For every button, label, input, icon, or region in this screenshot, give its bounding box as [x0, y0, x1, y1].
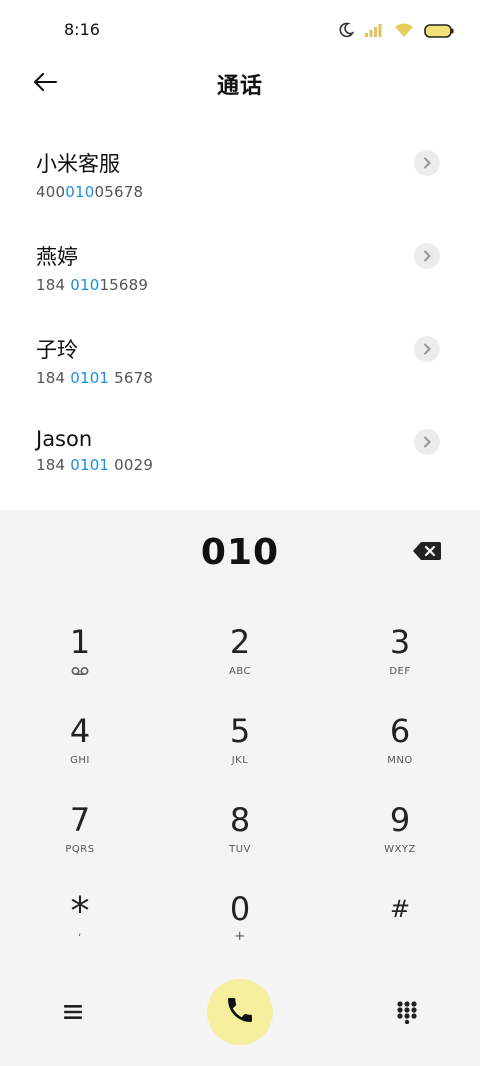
key-hash[interactable]: # — [340, 891, 460, 971]
key-5[interactable]: 5 JKL — [180, 713, 300, 793]
contact-name: 子玲 — [36, 338, 78, 362]
key-star[interactable]: * , — [20, 891, 140, 971]
contact-row[interactable]: Jason 184 0101 0029 — [0, 409, 480, 502]
backspace-icon[interactable] — [412, 540, 442, 562]
keypad-icon[interactable] — [396, 1000, 418, 1025]
key-7[interactable]: 7 PQRS — [20, 802, 140, 882]
menu-icon[interactable] — [62, 1002, 84, 1022]
chevron-right-icon[interactable] — [414, 336, 440, 362]
contact-number: 184 0101 0029 — [36, 456, 154, 474]
key-8[interactable]: 8 TUV — [180, 802, 300, 882]
contact-name: 燕婷 — [36, 245, 78, 269]
battery-icon — [424, 23, 454, 42]
chevron-right-icon[interactable] — [414, 150, 440, 176]
status-icons — [338, 22, 454, 42]
status-bar: 8:16 — [0, 0, 480, 62]
key-1[interactable]: 1 — [20, 624, 140, 704]
key-3[interactable]: 3 DEF — [340, 624, 460, 704]
contact-row[interactable]: 小米客服 40001005678 — [0, 130, 480, 223]
header: 通话 — [0, 62, 480, 104]
call-button[interactable] — [207, 979, 273, 1045]
voicemail-icon — [20, 666, 140, 679]
contact-number: 40001005678 — [36, 183, 144, 201]
status-time: 8:16 — [64, 20, 100, 39]
dialed-number: 010 — [200, 532, 280, 573]
key-9[interactable]: 9 WXYZ — [340, 802, 460, 882]
wifi-icon — [394, 22, 414, 42]
contact-number: 184 0101 5678 — [36, 369, 154, 387]
key-4[interactable]: 4 GHI — [20, 713, 140, 793]
contact-name: 小米客服 — [36, 152, 120, 176]
page-title: 通话 — [216, 74, 263, 99]
key-2[interactable]: 2 ABC — [180, 624, 300, 704]
phone-icon — [224, 994, 256, 1030]
bottom-bar — [0, 978, 480, 1048]
chevron-right-icon[interactable] — [414, 429, 440, 455]
contact-list: 小米客服 40001005678 燕婷 184 01015689 子玲 184 … — [0, 130, 480, 502]
dialer-panel: 010 1 2 ABC 3 DEF 4 GHI 5 JKL 6 MNO 7 PQ… — [0, 510, 480, 1066]
signal-icon — [364, 22, 384, 42]
moon-icon — [338, 22, 355, 42]
contact-number: 184 01015689 — [36, 276, 149, 294]
key-0[interactable]: 0 + — [180, 891, 300, 971]
contact-row[interactable]: 燕婷 184 01015689 — [0, 223, 480, 316]
key-6[interactable]: 6 MNO — [340, 713, 460, 793]
chevron-right-icon[interactable] — [414, 243, 440, 269]
contact-row[interactable]: 子玲 184 0101 5678 — [0, 316, 480, 409]
